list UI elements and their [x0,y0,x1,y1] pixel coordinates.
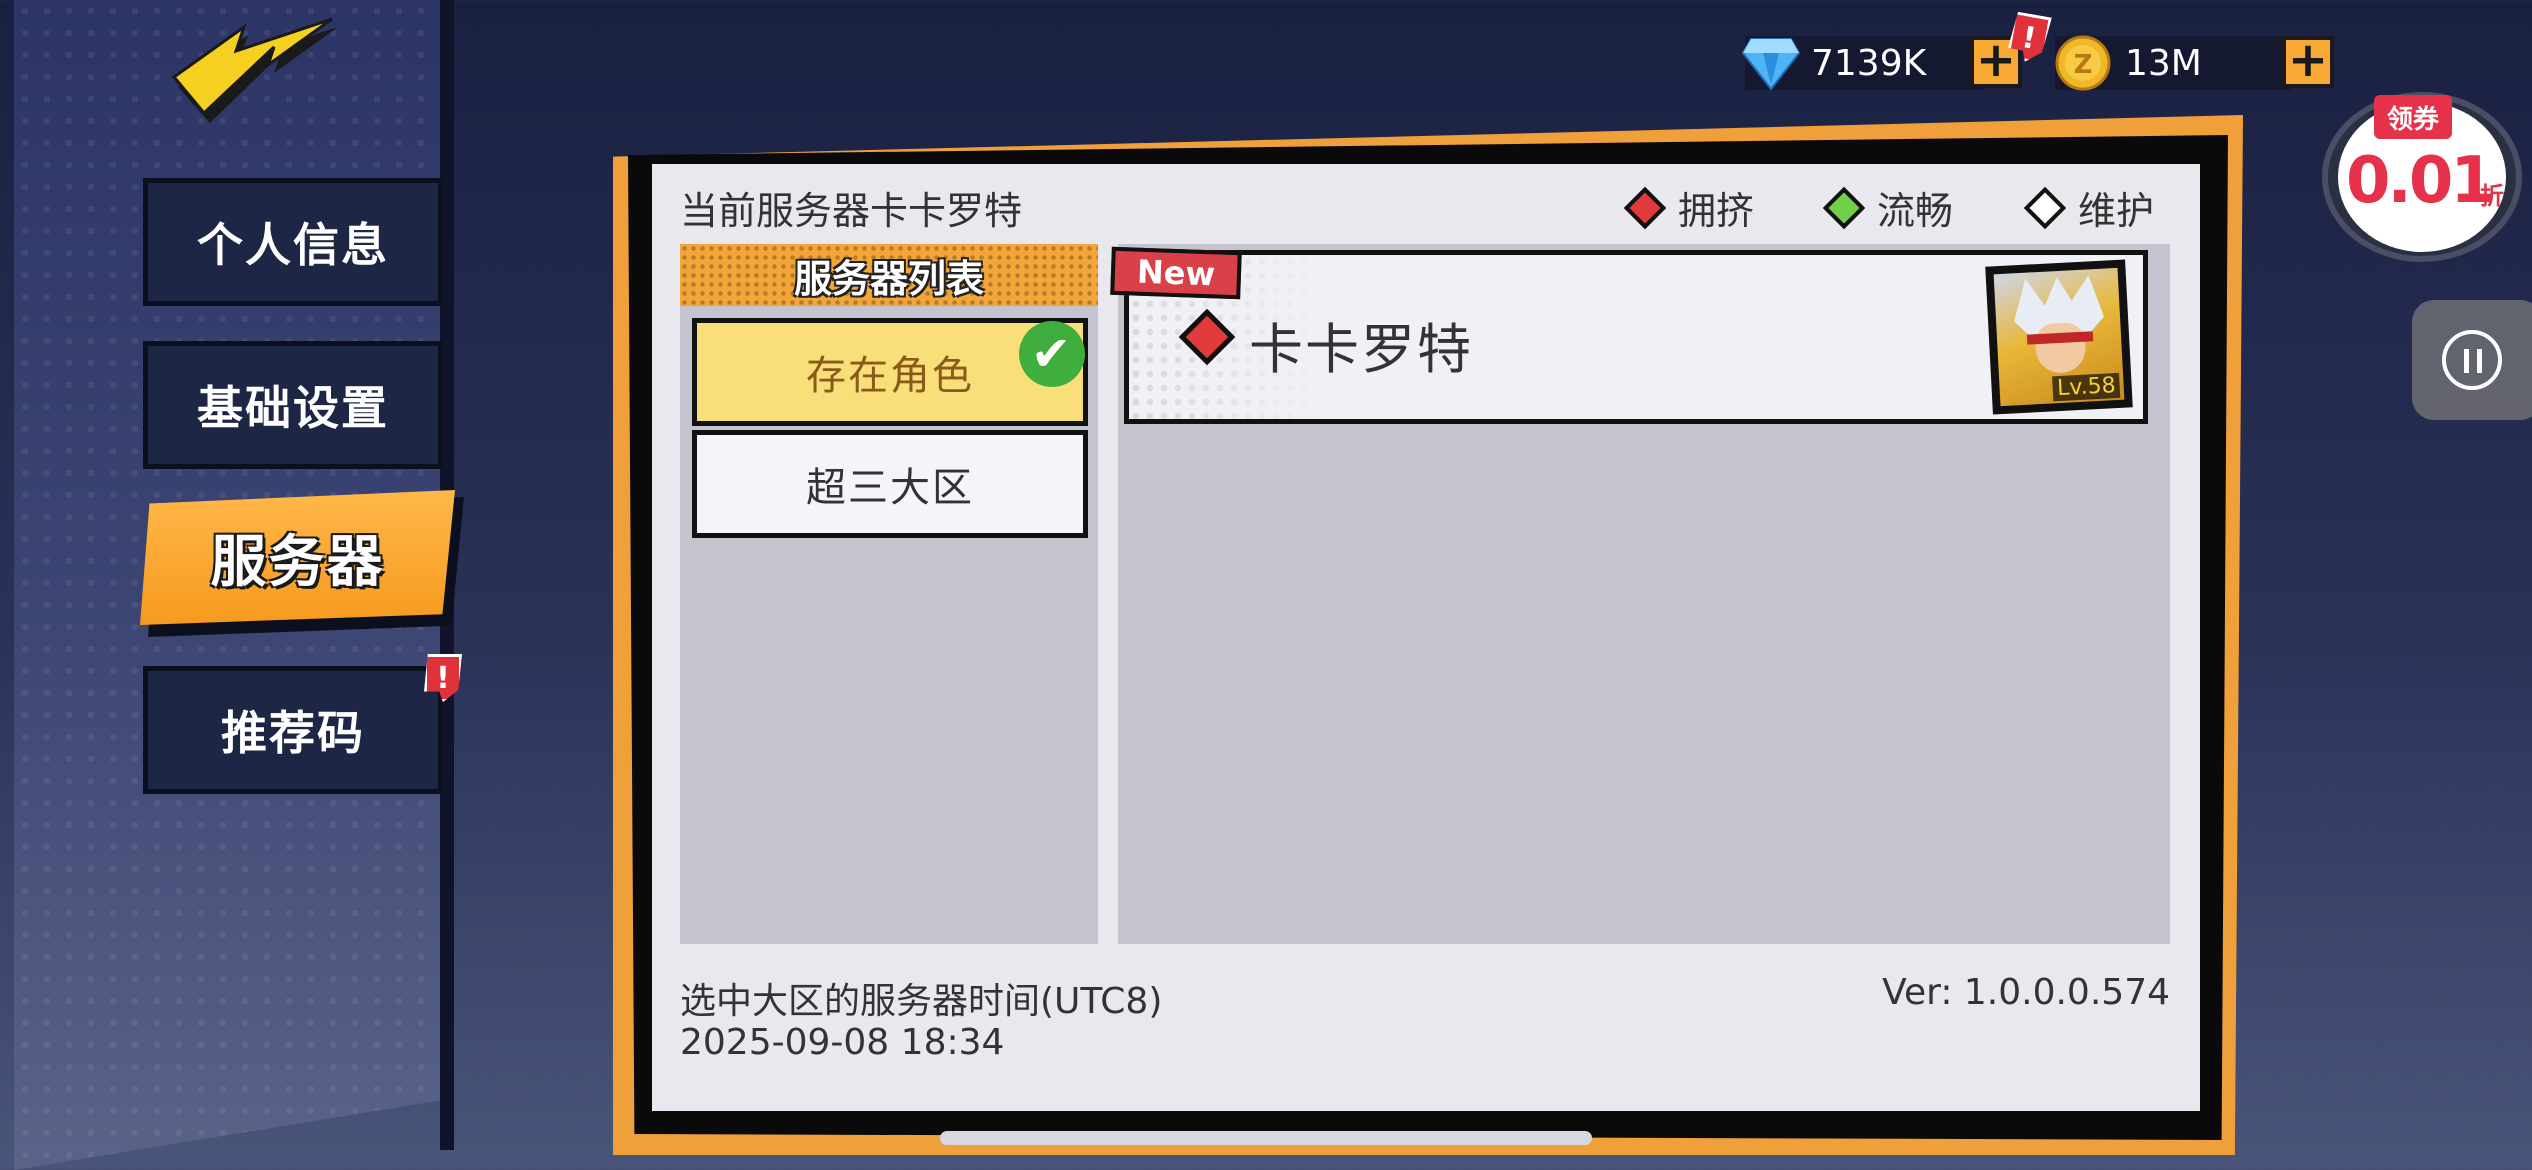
region-existing-characters[interactable]: 存在角色 ✔ [692,318,1088,426]
diamond-gem-icon [1741,38,1801,91]
sidebar-item-settings[interactable]: 基础设置 [143,341,443,469]
character-level: Lv.58 [2052,372,2121,402]
server-time-label: 选中大区的服务器时间(UTC8) [680,981,1163,1022]
coin-counter: Z 13M [2055,35,2290,91]
pause-button[interactable] [2412,300,2532,420]
sidebar-item-server[interactable]: 服务器 [140,490,455,625]
sidebar-item-label: 服务器 [210,530,385,595]
lightning-back-icon [171,17,338,123]
svg-text:Z: Z [2074,50,2093,80]
region-super-three[interactable]: 超三大区 [692,430,1088,538]
sidebar-item-referral[interactable]: 推荐码 [143,666,443,794]
sidebar-item-profile[interactable]: 个人信息 [143,178,443,306]
sidebar-item-label: 推荐码 [221,706,365,760]
region-label: 超三大区 [806,465,974,511]
server-panel: 当前服务器卡卡罗特 拥挤 流畅 维护 服务器列表 存在角色 ✔ 超三大区 New… [652,164,2200,1111]
coupon-tag: 领券 [2374,95,2452,139]
coupon-value: 0.01 [2346,144,2495,218]
sidebar: 个人信息 基础设置 服务器 推荐码 ! [0,0,464,1170]
crowded-status-icon [1178,308,1236,366]
back-button[interactable] [170,15,345,125]
legend-crowded: 拥挤 [1623,180,1754,235]
region-label: 存在角色 [806,353,974,399]
gem-counter: 7139K [1741,36,1985,91]
server-name: 卡卡罗特 [1249,318,1473,381]
new-tag: New [1110,246,1242,300]
legend-maintenance: 维护 [2023,180,2154,235]
pause-icon [2442,330,2502,390]
server-card[interactable]: New 卡卡罗特 Lv.58 [1110,246,2148,424]
sidebar-item-label: 个人信息 [197,218,389,272]
coupon-suffix: 折 [2480,182,2504,210]
gold-coin-icon: Z [2055,35,2111,91]
character-avatar: Lv.58 [1985,259,2133,415]
home-indicator[interactable] [940,1131,1592,1145]
sidebar-item-label: 基础设置 [197,381,389,435]
region-list: 服务器列表 存在角色 ✔ 超三大区 [680,244,1098,944]
coin-value: 13M [2125,42,2202,84]
check-icon: ✔ [1019,321,1085,387]
gem-value: 7139K [1811,42,1927,84]
server-time-value: 2025-09-08 18:34 [680,1022,1005,1063]
add-coins-button[interactable]: + [2282,36,2334,88]
crowded-diamond-icon [1623,186,1667,229]
region-list-header: 服务器列表 [680,244,1098,306]
server-list: New 卡卡罗特 Lv.58 [1110,244,2170,944]
maintenance-diamond-icon [2023,186,2067,229]
version-label: Ver: 1.0.0.0.574 [1882,972,2170,1013]
coupon-button[interactable]: 领券 0.01 折 [2322,92,2522,262]
character-portrait: Lv.58 [1993,267,2125,407]
current-server-title: 当前服务器卡卡罗特 [680,189,1023,233]
legend-smooth: 流畅 [1822,180,1953,235]
smooth-diamond-icon [1822,186,1866,229]
